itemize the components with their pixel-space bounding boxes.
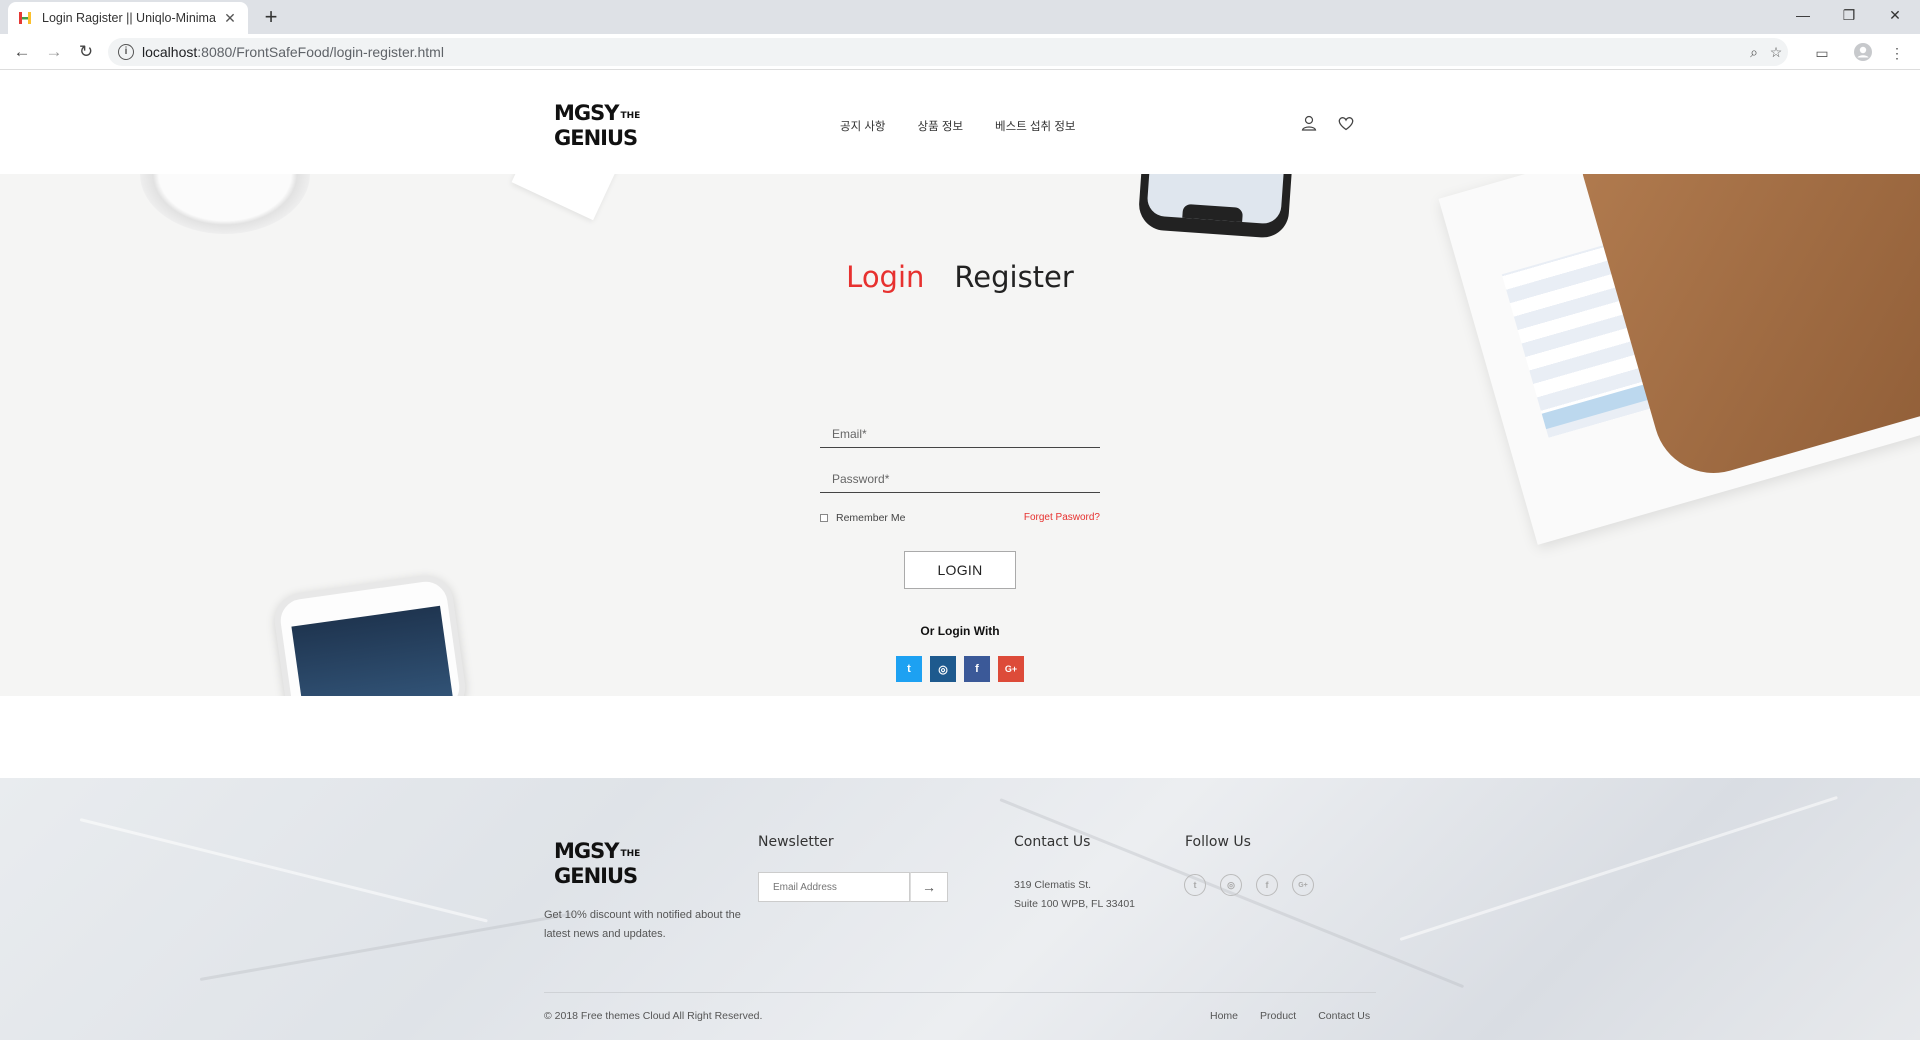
login-form: Login Register Remember Me Forget Paswor… — [820, 260, 1100, 682]
site-footer: MGSY THE GENIUS Get 10% discount with not… — [0, 778, 1920, 1040]
forgot-password-link[interactable]: Forget Pasword? — [1024, 512, 1100, 523]
zoom-icon[interactable]: ⌕ — [1744, 42, 1764, 62]
instagram-icon[interactable]: ◎ — [930, 656, 956, 682]
password-field[interactable] — [820, 465, 1100, 493]
menu-dots-icon[interactable]: ⋮ — [1886, 42, 1908, 64]
login-button[interactable]: LOGIN — [904, 551, 1016, 589]
phone-image-top — [1137, 174, 1293, 240]
copyright-text: © 2018 Free themes Cloud All Right Reser… — [544, 1010, 763, 1022]
forward-button[interactable]: → — [42, 40, 66, 64]
marble-vein — [1399, 795, 1838, 941]
back-button[interactable]: ← — [10, 40, 34, 64]
phone-image-bottom — [271, 572, 469, 696]
contact-address: 319 Clematis St. Suite 100 WPB, FL 33401 — [1014, 876, 1135, 914]
nav-item-best-intake[interactable]: 베스트 섭취 정보 — [995, 118, 1075, 134]
site-info-icon[interactable]: i — [118, 44, 134, 60]
email-field[interactable] — [820, 420, 1100, 448]
footer-links: Home Product Contact Us — [1210, 1010, 1370, 1022]
bookmark-star-icon[interactable]: ☆ — [1766, 42, 1786, 62]
remember-me[interactable]: Remember Me — [820, 512, 905, 524]
new-tab-button[interactable]: + — [258, 4, 284, 30]
footer-description: Get 10% discount with notified about the… — [544, 909, 741, 940]
footer-logo[interactable]: MGSY THE GENIUS — [554, 840, 640, 887]
paper-image — [511, 174, 619, 221]
restore-button[interactable]: ❐ — [1826, 0, 1872, 30]
nav-item-product-info[interactable]: 상품 정보 — [918, 118, 964, 134]
profile-avatar-icon[interactable] — [1852, 42, 1874, 64]
footer-link-home[interactable]: Home — [1210, 1010, 1238, 1022]
nav-item-notice[interactable]: 공지 사항 — [840, 118, 886, 134]
hero-section: Login Register Remember Me Forget Paswor… — [0, 174, 1920, 696]
footer-google-plus-icon[interactable]: G+ — [1292, 874, 1314, 896]
tab-close-icon[interactable]: ✕ — [222, 10, 238, 27]
tab-login[interactable]: Login — [846, 260, 924, 294]
user-icon[interactable] — [1300, 114, 1320, 134]
footer-twitter-icon[interactable]: t — [1184, 874, 1206, 896]
coffee-cup-image — [140, 174, 310, 234]
footer-link-contact[interactable]: Contact Us — [1318, 1010, 1370, 1022]
contact-heading: Contact Us — [1014, 834, 1091, 850]
newsletter-submit-arrow-icon[interactable]: → — [910, 872, 948, 902]
browser-tab-bar: Login Ragister || Uniqlo-Minima ✕ + — ❐ … — [0, 0, 1920, 34]
login-register-tabs: Login Register — [820, 260, 1100, 294]
main-nav: 공지 사항 상품 정보 베스트 섭취 정보 — [840, 118, 1075, 134]
social-login-buttons: t ◎ f G+ — [896, 656, 1024, 682]
address-line-1: 319 Clematis St. — [1014, 879, 1092, 891]
close-window-button[interactable]: ✕ — [1872, 0, 1918, 30]
url-text: localhost:8080/FrontSafeFood/login-regis… — [142, 44, 444, 60]
address-line-2: Suite 100 WPB, FL 33401 — [1014, 898, 1136, 910]
marble-vein — [199, 912, 575, 981]
newsletter-email-input[interactable] — [758, 872, 910, 902]
footer-link-product[interactable]: Product — [1260, 1010, 1296, 1022]
follow-heading: Follow Us — [1185, 834, 1251, 850]
or-login-with-label: Or Login With — [920, 624, 1000, 638]
footer-facebook-icon[interactable]: f — [1256, 874, 1278, 896]
footer-instagram-icon[interactable]: ◎ — [1220, 874, 1242, 896]
footer-divider — [544, 992, 1376, 993]
browser-toolbar: ← → ↻ i localhost:8080/FrontSafeFood/log… — [0, 34, 1920, 70]
remember-label: Remember Me — [836, 512, 906, 524]
newsletter-heading: Newsletter — [758, 834, 834, 850]
facebook-icon[interactable]: f — [964, 656, 990, 682]
reload-button[interactable]: ↻ — [74, 40, 98, 64]
favicon-icon — [18, 11, 32, 25]
marble-vein — [79, 818, 488, 923]
google-plus-icon[interactable]: G+ — [998, 656, 1024, 682]
tab-register[interactable]: Register — [954, 260, 1073, 294]
heart-icon[interactable] — [1337, 114, 1357, 134]
cast-icon[interactable]: ▭ — [1811, 42, 1833, 64]
twitter-icon[interactable]: t — [896, 656, 922, 682]
minimize-button[interactable]: — — [1780, 0, 1826, 30]
remember-checkbox[interactable] — [820, 514, 828, 522]
address-bar[interactable]: i localhost:8080/FrontSafeFood/login-reg… — [108, 38, 1788, 66]
site-logo[interactable]: MGSY THE GENIUS — [554, 102, 640, 149]
tab-title: Login Ragister || Uniqlo-Minima — [42, 11, 216, 25]
site-header: MGSY THE GENIUS 공지 사항 상품 정보 베스트 섭취 정보 — [0, 70, 1920, 174]
browser-tab[interactable]: Login Ragister || Uniqlo-Minima ✕ — [8, 2, 248, 34]
